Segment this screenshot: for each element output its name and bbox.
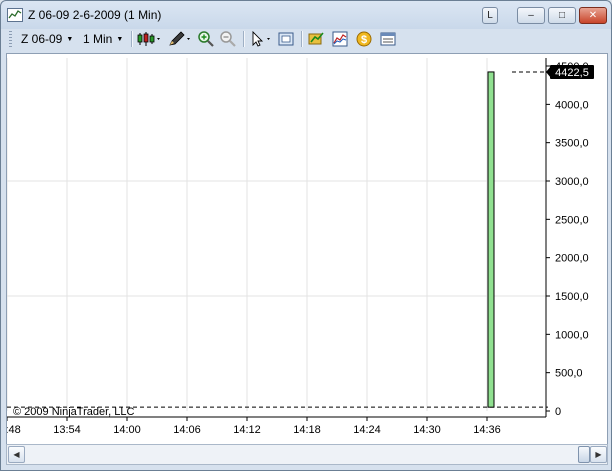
strategies-icon[interactable]	[307, 30, 325, 48]
data-box-icon[interactable]	[277, 30, 295, 48]
chevron-down-icon: ▼	[116, 35, 124, 43]
y-tick-label: 4000,0	[555, 99, 589, 111]
x-tick-label: 13:48	[7, 424, 21, 436]
y-tick-label: 2000,0	[555, 253, 589, 265]
zoom-in-icon[interactable]	[197, 30, 215, 48]
cursor-icon[interactable]	[249, 30, 275, 48]
marker-pointer	[546, 65, 551, 78]
y-tick-label: 500,0	[555, 368, 583, 380]
x-tick-label: 14:12	[233, 424, 261, 436]
scroll-left-button[interactable]: ◀	[8, 446, 25, 463]
y-tick-label: 1500,0	[555, 291, 589, 303]
title-bar[interactable]: Z 06-09 2-6-2009 (1 Min) L – □ ✕	[1, 1, 611, 29]
indicators-icon[interactable]	[331, 30, 349, 48]
currency-icon[interactable]: $	[355, 30, 373, 48]
close-button[interactable]: ✕	[579, 7, 607, 24]
y-tick-label: 2500,0	[555, 214, 589, 226]
copyright-text: © 2009 NinjaTrader, LLC	[13, 406, 134, 418]
zoom-out-icon[interactable]	[219, 30, 237, 48]
scroll-right-button[interactable]: ▶	[590, 446, 607, 463]
interval-dropdown[interactable]: 1 Min ▼	[83, 31, 123, 47]
x-tick-label: 13:54	[53, 424, 81, 436]
y-tick-label: 3500,0	[555, 138, 589, 150]
toolbar-separator	[131, 31, 133, 47]
drawing-pencil-icon[interactable]	[167, 30, 193, 48]
price-chart[interactable]: 0 500,0 1000,0 1500,0 2000,0 2500,0 3000,0 3500…	[1, 54, 607, 444]
x-tick-label: 14:36	[473, 424, 501, 436]
chart-app-icon	[7, 8, 23, 22]
chart-style-icon[interactable]	[137, 30, 163, 48]
x-tick-label: 14:18	[293, 424, 321, 436]
y-tick-label: 1000,0	[555, 329, 589, 341]
toolbar-separator	[301, 31, 303, 47]
chart-toolbar: Z 06-09 ▼ 1 Min ▼ $	[5, 29, 607, 49]
horizontal-scrollbar[interactable]: ◀ ▶	[6, 444, 608, 465]
scroll-thumb[interactable]	[578, 446, 590, 463]
link-button[interactable]: L	[482, 7, 498, 24]
maximize-button[interactable]: □	[548, 7, 576, 24]
y-tick-label: 3000,0	[555, 176, 589, 188]
chart-window: Z 06-09 2-6-2009 (1 Min) L – □ ✕ Z 06-09…	[0, 0, 612, 471]
y-tick-label: 0	[555, 406, 561, 418]
properties-icon[interactable]	[379, 30, 397, 48]
svg-text:$: $	[361, 34, 367, 46]
interval-label: 1 Min	[83, 32, 113, 46]
x-tick-label: 14:24	[353, 424, 381, 436]
instrument-dropdown[interactable]: Z 06-09 ▼	[21, 31, 73, 47]
x-tick-label: 14:30	[413, 424, 441, 436]
x-tick-label: 14:06	[173, 424, 201, 436]
chart-panel[interactable]: 0 500,0 1000,0 1500,0 2000,0 2500,0 3000,0 3500…	[1, 53, 608, 445]
window-title: Z 06-09 2-6-2009 (1 Min)	[28, 8, 162, 22]
toolbar-grip[interactable]	[9, 31, 12, 47]
last-price-label: 4422,5	[555, 67, 589, 79]
price-bar	[487, 71, 495, 408]
instrument-label: Z 06-09	[21, 32, 63, 46]
toolbar-separator	[243, 31, 245, 47]
minimize-button[interactable]: –	[517, 7, 545, 24]
chevron-down-icon: ▼	[66, 35, 74, 43]
x-tick-label: 14:00	[113, 424, 141, 436]
